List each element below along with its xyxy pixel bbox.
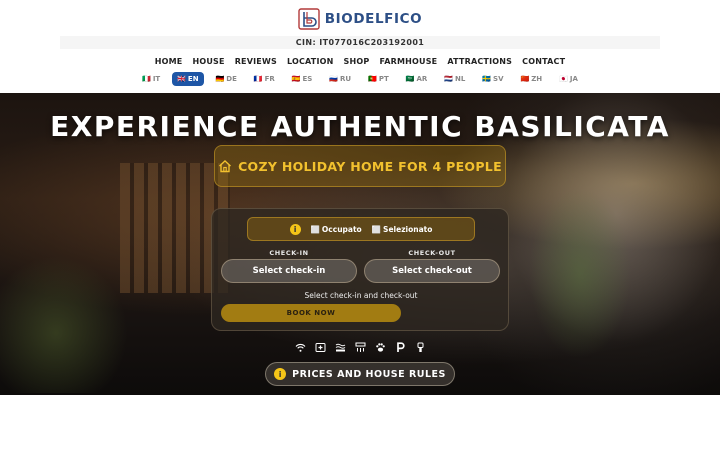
nav-shop[interactable]: SHOP <box>344 56 370 68</box>
b-logo-icon <box>298 8 320 30</box>
lang-it[interactable]: 🇮🇹 IT <box>137 72 165 86</box>
nav-farmhouse[interactable]: FARMHOUSE <box>379 56 437 68</box>
lang-ar[interactable]: 🇸🇦 AR <box>401 72 433 86</box>
nav-house[interactable]: HOUSE <box>192 56 224 68</box>
hero-subtitle-box: COZY HOLIDAY HOME FOR 4 PEOPLE <box>214 145 506 187</box>
nav-attractions[interactable]: ATTRACTIONS <box>447 56 512 68</box>
calendar-legend: i ⬜ Occupato ⬜ Selezionato <box>247 217 475 241</box>
lang-sv[interactable]: 🇸🇪 SV <box>477 72 508 86</box>
main-nav: HOME HOUSE REVIEWS LOCATION SHOP FARMHOU… <box>0 56 720 68</box>
lang-ru[interactable]: 🇷🇺 RU <box>324 72 356 86</box>
house-icon <box>219 160 232 173</box>
first-aid-icon <box>315 342 326 353</box>
prices-and-rules-label: PRICES AND HOUSE RULES <box>292 368 446 380</box>
booking-hint: Select check-in and check-out <box>304 291 418 300</box>
checkout-label: CHECK-OUT <box>408 249 456 257</box>
brand-name: BIODELFICO <box>324 11 423 27</box>
hair-dryer-icon <box>415 342 426 353</box>
cin-code: CIN: IT077016C203192001 <box>60 36 660 49</box>
lang-es[interactable]: 🇪🇸 ES <box>287 72 318 86</box>
air-conditioning-icon <box>355 342 366 353</box>
hero-subtitle: COZY HOLIDAY HOME FOR 4 PEOPLE <box>238 158 502 174</box>
book-now-button[interactable]: BOOK NOW <box>221 304 401 322</box>
language-switcher: 🇮🇹 IT 🇬🇧 EN 🇩🇪 DE 🇫🇷 FR 🇪🇸 ES 🇷🇺 RU 🇵🇹 PT 🇸🇦 AR … <box>0 72 720 86</box>
lang-ja[interactable]: 🇯🇵 JA <box>554 72 583 86</box>
lang-pt[interactable]: 🇵🇹 PT <box>363 72 394 86</box>
checkout-button[interactable]: Select check-out <box>364 259 500 283</box>
info-icon: i <box>274 368 287 380</box>
heating-icon <box>335 342 346 353</box>
checkin-label: CHECK-IN <box>269 249 309 257</box>
page: BIODELFICO CIN: IT077016C203192001 HOME … <box>0 0 720 450</box>
pets-icon <box>375 342 386 353</box>
lang-zh[interactable]: 🇨🇳 ZH <box>516 72 548 86</box>
hero-background-plant <box>0 243 140 393</box>
lang-fr[interactable]: 🇫🇷 FR <box>249 72 280 86</box>
prices-and-rules-button[interactable]: i PRICES AND HOUSE RULES <box>265 362 455 386</box>
info-icon: i <box>289 223 301 235</box>
parking-icon <box>395 342 406 353</box>
nav-reviews[interactable]: REVIEWS <box>235 56 277 68</box>
legend-selected: ⬜ Selezionato <box>371 224 433 234</box>
hero-section: EXPERIENCE AUTHENTIC BASILICATA COZY HOL… <box>0 93 720 395</box>
legend-occupied: ⬜ Occupato <box>310 224 362 234</box>
lang-en[interactable]: 🇬🇧 EN <box>172 72 204 86</box>
wifi-icon <box>295 342 306 353</box>
nav-location[interactable]: LOCATION <box>287 56 334 68</box>
nav-home[interactable]: HOME <box>155 56 183 68</box>
checkin-button[interactable]: Select check-in <box>221 259 357 283</box>
lang-nl[interactable]: 🇳🇱 NL <box>439 72 470 86</box>
nav-contact[interactable]: CONTACT <box>522 56 565 68</box>
hero-title: EXPERIENCE AUTHENTIC BASILICATA <box>50 110 670 143</box>
lang-de[interactable]: 🇩🇪 DE <box>211 72 242 86</box>
booking-panel: i ⬜ Occupato ⬜ Selezionato CHECK-IN CHECK-… <box>211 208 509 331</box>
amenities-row <box>0 342 720 356</box>
brand-header[interactable]: BIODELFICO <box>0 6 720 32</box>
